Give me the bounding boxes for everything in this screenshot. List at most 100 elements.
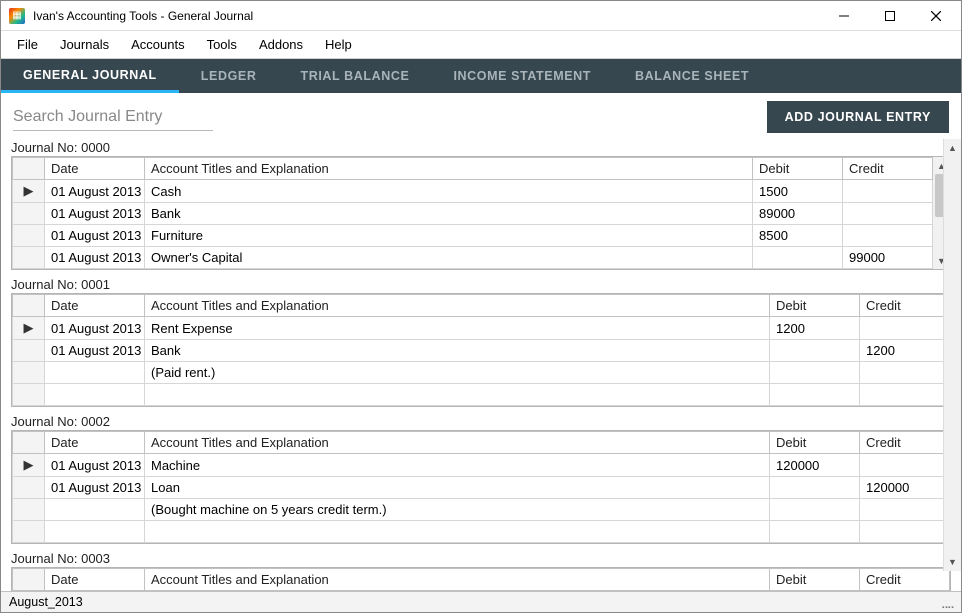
table-row[interactable]: ▶01 August 2013Cash1500: [13, 180, 933, 203]
tab-balance-sheet[interactable]: BALANCE SHEET: [613, 59, 771, 93]
cell-credit[interactable]: [860, 362, 950, 384]
table-row[interactable]: [13, 384, 950, 406]
maximize-button[interactable]: [867, 1, 913, 31]
menu-journals[interactable]: Journals: [50, 33, 119, 56]
col-date[interactable]: Date: [45, 158, 145, 180]
cell-credit[interactable]: 120000: [860, 477, 950, 499]
cell-account[interactable]: Loan: [145, 477, 770, 499]
menu-addons[interactable]: Addons: [249, 33, 313, 56]
search-input[interactable]: [13, 104, 213, 131]
table-row[interactable]: (Bought machine on 5 years credit term.): [13, 499, 950, 521]
col-credit[interactable]: Credit: [860, 569, 950, 591]
menu-accounts[interactable]: Accounts: [121, 33, 194, 56]
col-debit[interactable]: Debit: [753, 158, 843, 180]
cell-date[interactable]: [45, 362, 145, 384]
cell-date[interactable]: 03 August 2013: [45, 591, 145, 592]
col-date[interactable]: Date: [45, 432, 145, 454]
table-row[interactable]: [13, 521, 950, 543]
table-row[interactable]: (Paid rent.): [13, 362, 950, 384]
cell-date[interactable]: 01 August 2013: [45, 247, 145, 269]
col-debit[interactable]: Debit: [770, 432, 860, 454]
table-row[interactable]: 01 August 2013Bank 1200: [13, 340, 950, 362]
table-row[interactable]: 01 August 2013Furniture8500: [13, 225, 933, 247]
cell-credit[interactable]: [843, 225, 933, 247]
cell-account[interactable]: Furniture: [145, 225, 753, 247]
minimize-button[interactable]: [821, 1, 867, 31]
cell-date[interactable]: [45, 521, 145, 543]
cell-credit[interactable]: [843, 203, 933, 225]
cell-debit[interactable]: [770, 499, 860, 521]
col-credit[interactable]: Credit: [860, 295, 950, 317]
cell-account[interactable]: Bank: [145, 340, 770, 362]
scroll-down-icon[interactable]: ▼: [944, 553, 961, 571]
cell-date[interactable]: 01 August 2013: [45, 317, 145, 340]
col-account[interactable]: Account Titles and Explanation: [145, 295, 770, 317]
cell-credit[interactable]: [860, 384, 950, 406]
cell-debit[interactable]: 1500: [753, 180, 843, 203]
cell-credit[interactable]: [860, 591, 950, 592]
cell-debit[interactable]: 1200: [770, 317, 860, 340]
cell-credit[interactable]: [860, 454, 950, 477]
resize-grip-icon[interactable]: ⣀⣀: [941, 596, 953, 609]
cell-credit[interactable]: [860, 521, 950, 543]
cell-account[interactable]: Rent Expense: [145, 317, 770, 340]
cell-account[interactable]: Owner's Capital: [145, 247, 753, 269]
col-date[interactable]: Date: [45, 295, 145, 317]
cell-debit[interactable]: [770, 521, 860, 543]
cell-credit[interactable]: [843, 180, 933, 203]
cell-debit[interactable]: [770, 477, 860, 499]
table-row[interactable]: 01 August 2013Loan 120000: [13, 477, 950, 499]
table-row[interactable]: ▶01 August 2013Rent Expense1200: [13, 317, 950, 340]
cell-debit[interactable]: 89000: [753, 203, 843, 225]
cell-debit[interactable]: [770, 362, 860, 384]
cell-debit[interactable]: 120000: [770, 454, 860, 477]
cell-date[interactable]: 01 August 2013: [45, 225, 145, 247]
cell-credit[interactable]: 1200: [860, 340, 950, 362]
col-account[interactable]: Account Titles and Explanation: [145, 158, 753, 180]
col-debit[interactable]: Debit: [770, 569, 860, 591]
outer-scrollbar[interactable]: ▲ ▼: [943, 139, 961, 571]
col-debit[interactable]: Debit: [770, 295, 860, 317]
table-row[interactable]: 01 August 2013Owner's Capital 99000: [13, 247, 933, 269]
table-row[interactable]: 01 August 2013Bank89000: [13, 203, 933, 225]
cell-date[interactable]: 01 August 2013: [45, 180, 145, 203]
cell-debit[interactable]: [770, 384, 860, 406]
cell-date[interactable]: 01 August 2013: [45, 477, 145, 499]
tab-trial-balance[interactable]: TRIAL BALANCE: [278, 59, 431, 93]
col-credit[interactable]: Credit: [843, 158, 933, 180]
cell-debit[interactable]: [753, 247, 843, 269]
cell-account[interactable]: (Bought machine on 5 years credit term.): [145, 499, 770, 521]
tab-income-statement[interactable]: INCOME STATEMENT: [431, 59, 613, 93]
col-credit[interactable]: Credit: [860, 432, 950, 454]
cell-debit[interactable]: 8500: [753, 225, 843, 247]
cell-date[interactable]: [45, 384, 145, 406]
cell-account[interactable]: Cash: [145, 180, 753, 203]
col-account[interactable]: Account Titles and Explanation: [145, 569, 770, 591]
cell-date[interactable]: 01 August 2013: [45, 203, 145, 225]
cell-account[interactable]: [145, 384, 770, 406]
cell-account[interactable]: Machine: [145, 454, 770, 477]
table-row[interactable]: ▶03 August 2013Inventory27900: [13, 591, 950, 592]
col-account[interactable]: Account Titles and Explanation: [145, 432, 770, 454]
cell-account[interactable]: [145, 521, 770, 543]
cell-credit[interactable]: [860, 317, 950, 340]
add-journal-entry-button[interactable]: ADD JOURNAL ENTRY: [767, 101, 949, 133]
cell-debit[interactable]: 27900: [770, 591, 860, 592]
cell-account[interactable]: Bank: [145, 203, 753, 225]
scroll-up-icon[interactable]: ▲: [944, 139, 961, 157]
col-date[interactable]: Date: [45, 569, 145, 591]
close-button[interactable]: [913, 1, 959, 31]
menu-help[interactable]: Help: [315, 33, 362, 56]
cell-date[interactable]: [45, 499, 145, 521]
cell-date[interactable]: 01 August 2013: [45, 454, 145, 477]
menu-tools[interactable]: Tools: [197, 33, 247, 56]
tab-general-journal[interactable]: GENERAL JOURNAL: [1, 59, 179, 93]
cell-credit[interactable]: 99000: [843, 247, 933, 269]
cell-credit[interactable]: [860, 499, 950, 521]
cell-account[interactable]: Inventory: [145, 591, 770, 592]
cell-account[interactable]: (Paid rent.): [145, 362, 770, 384]
table-row[interactable]: ▶01 August 2013Machine120000: [13, 454, 950, 477]
cell-date[interactable]: 01 August 2013: [45, 340, 145, 362]
menu-file[interactable]: File: [7, 33, 48, 56]
tab-ledger[interactable]: LEDGER: [179, 59, 279, 93]
